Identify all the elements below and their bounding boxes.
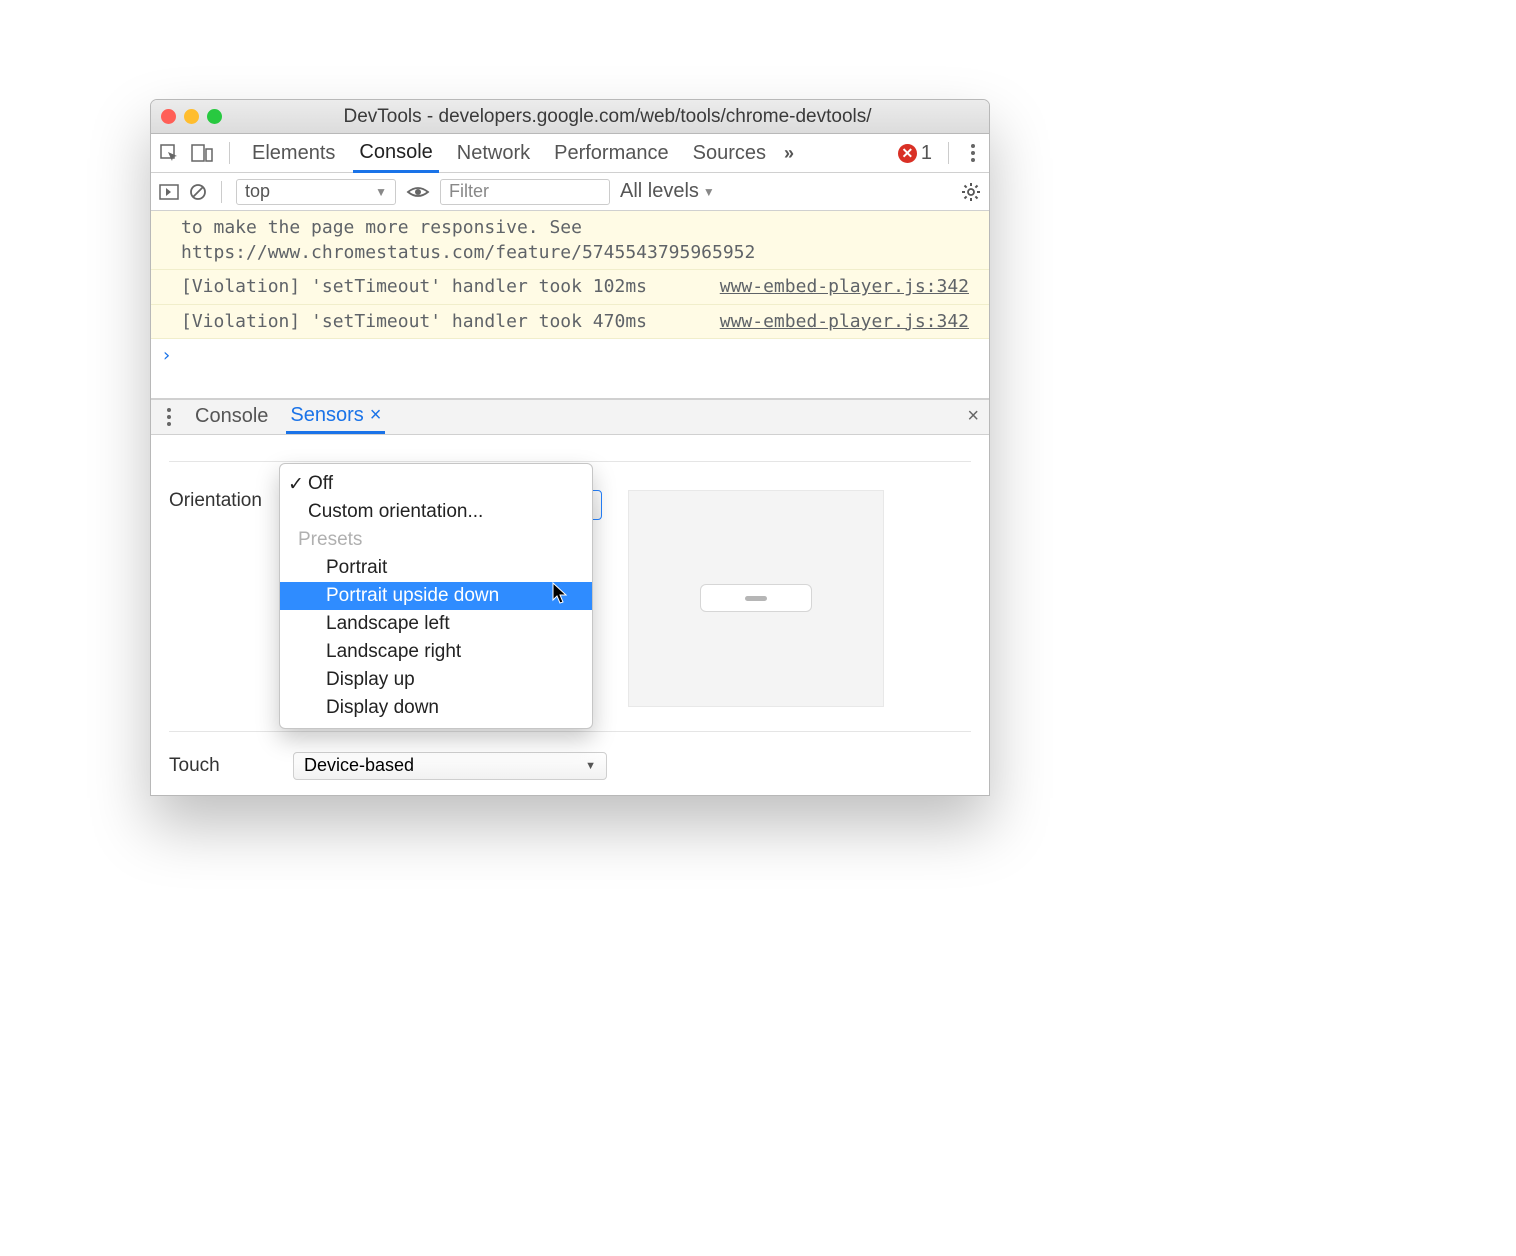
dropdown-caret-icon: ▼	[375, 185, 387, 199]
option-display-up[interactable]: Display up	[280, 666, 592, 694]
log-row: [Violation] 'setTimeout' handler took 10…	[151, 270, 989, 304]
context-value: top	[245, 181, 270, 202]
more-menu-icon[interactable]	[965, 144, 981, 162]
option-display-down[interactable]: Display down	[280, 694, 592, 722]
tab-sources[interactable]: Sources	[687, 134, 772, 172]
separator	[221, 181, 222, 203]
console-log-area: to make the page more responsive. See ht…	[151, 211, 989, 339]
option-custom[interactable]: Custom orientation...	[280, 498, 592, 526]
context-select[interactable]: top ▼	[236, 179, 396, 205]
option-landscape-left[interactable]: Landscape left	[280, 610, 592, 638]
close-tab-icon[interactable]: ×	[370, 404, 382, 427]
touch-select[interactable]: Device-based ▼	[293, 752, 607, 780]
touch-row: Touch Device-based ▼	[169, 731, 971, 780]
touch-label: Touch	[169, 755, 269, 777]
orientation-dropdown: Off Custom orientation... Presets Portra…	[279, 463, 593, 729]
option-landscape-right[interactable]: Landscape right	[280, 638, 592, 666]
separator	[948, 142, 949, 164]
log-row: [Violation] 'setTimeout' handler took 47…	[151, 305, 989, 339]
tab-console[interactable]: Console	[353, 135, 438, 173]
tab-network[interactable]: Network	[451, 134, 536, 172]
device-mockup	[700, 584, 812, 612]
log-source-link[interactable]: www-embed-player.js:342	[720, 309, 969, 334]
sidebar-toggle-icon[interactable]	[159, 184, 179, 200]
dropdown-caret-icon: ▼	[703, 185, 715, 199]
tab-performance[interactable]: Performance	[548, 134, 675, 172]
log-message: to make the page more responsive. See ht…	[181, 215, 969, 265]
error-count: 1	[921, 142, 932, 165]
separator	[229, 142, 230, 164]
error-badge[interactable]: ✕ 1	[898, 142, 932, 165]
log-source-link[interactable]: www-embed-player.js:342	[720, 274, 969, 299]
dropdown-caret-icon: ▼	[585, 760, 596, 772]
speaker-icon	[745, 596, 767, 601]
error-icon: ✕	[898, 144, 917, 163]
sensors-panel: Orientation Off ▼ Off Custom orientation…	[151, 435, 989, 714]
device-toolbar-icon[interactable]	[191, 144, 213, 162]
minimize-window-icon[interactable]	[184, 109, 199, 124]
close-drawer-icon[interactable]: ×	[967, 405, 979, 428]
window-title: DevTools - developers.google.com/web/too…	[236, 106, 979, 128]
log-message: [Violation] 'setTimeout' handler took 47…	[181, 309, 720, 334]
drawer-tab-console[interactable]: Console	[191, 400, 272, 434]
console-prompt[interactable]: ›	[151, 339, 989, 372]
select-element-icon[interactable]	[159, 143, 179, 163]
zoom-window-icon[interactable]	[207, 109, 222, 124]
close-window-icon[interactable]	[161, 109, 176, 124]
live-expression-icon[interactable]	[406, 184, 430, 200]
option-portrait[interactable]: Portrait	[280, 554, 592, 582]
drawer-tab-sensors[interactable]: Sensors ×	[286, 400, 385, 434]
console-toolbar: top ▼ Filter All levels ▼	[151, 173, 989, 211]
filter-input[interactable]: Filter	[440, 179, 610, 205]
tab-elements[interactable]: Elements	[246, 134, 341, 172]
orientation-label: Orientation	[169, 490, 262, 707]
title-bar: DevTools - developers.google.com/web/too…	[151, 100, 989, 134]
option-portrait-upside-down[interactable]: Portrait upside down	[280, 582, 592, 610]
levels-label: All levels	[620, 180, 699, 203]
devtools-window: DevTools - developers.google.com/web/too…	[150, 99, 990, 796]
orientation-preview	[628, 490, 884, 707]
presets-header: Presets	[280, 526, 592, 554]
option-off[interactable]: Off	[280, 470, 592, 498]
drawer-menu-icon[interactable]	[161, 408, 177, 426]
tab-label: Sensors	[290, 404, 363, 427]
clear-console-icon[interactable]	[189, 183, 207, 201]
window-controls	[161, 109, 222, 124]
log-levels-select[interactable]: All levels ▼	[620, 180, 715, 203]
log-row: to make the page more responsive. See ht…	[151, 211, 989, 270]
touch-value: Device-based	[304, 755, 414, 776]
filter-placeholder: Filter	[449, 181, 489, 202]
log-message: [Violation] 'setTimeout' handler took 10…	[181, 274, 720, 299]
settings-gear-icon[interactable]	[961, 182, 981, 202]
tabs-overflow-icon[interactable]: »	[784, 143, 794, 164]
drawer-tab-bar: Console Sensors × ×	[151, 398, 989, 435]
main-tab-bar: Elements Console Network Performance Sou…	[151, 134, 989, 173]
